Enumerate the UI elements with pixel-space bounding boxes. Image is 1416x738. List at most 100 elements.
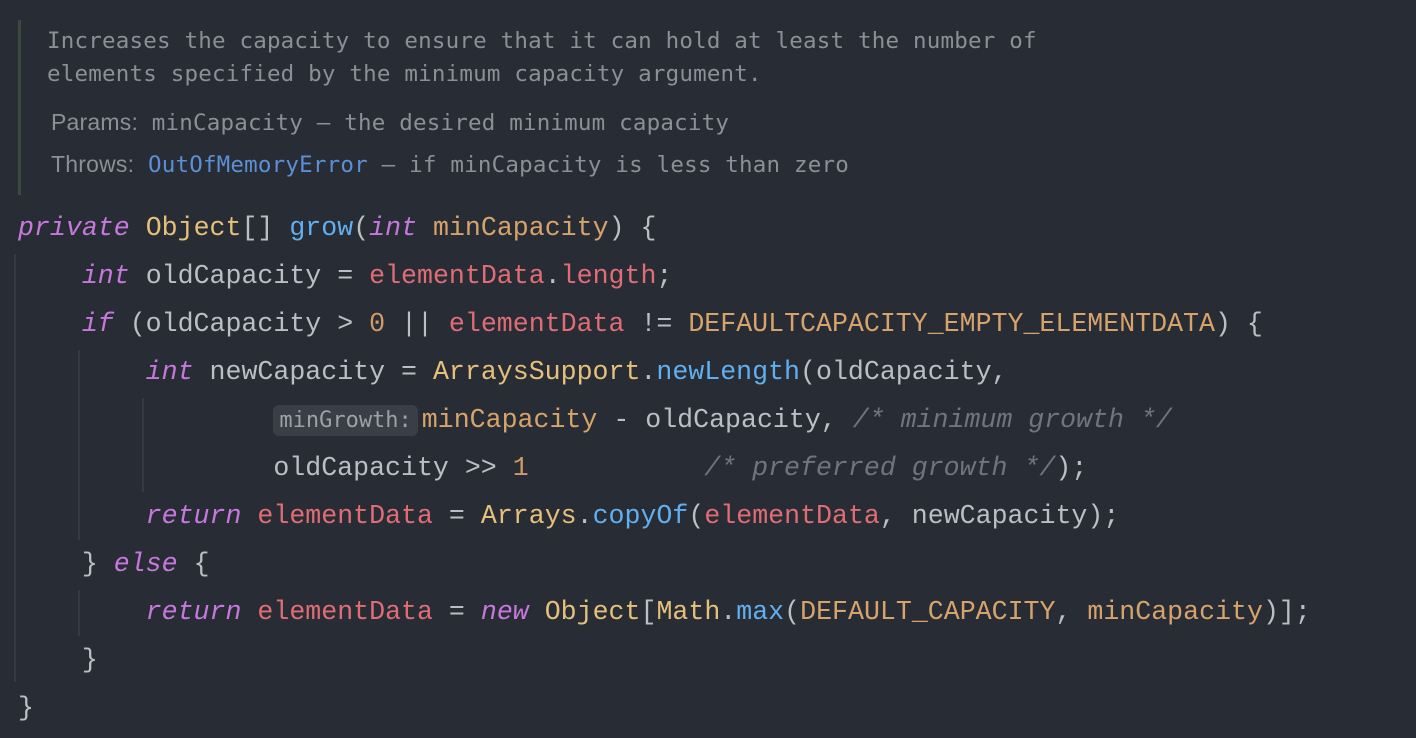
code-line[interactable]: int oldCapacity = elementData.length; xyxy=(18,252,1311,300)
code-token: int xyxy=(369,213,418,243)
code-token: ); xyxy=(1055,453,1088,483)
doc-description-line: Increases the capacity to ensure that it… xyxy=(47,28,1037,54)
code-token: private xyxy=(18,213,130,243)
code-token: } xyxy=(18,645,98,675)
code-token: elementData xyxy=(704,501,880,531)
code-token: = xyxy=(432,501,481,531)
code-token: ) { xyxy=(608,213,657,243)
params-label: Params: xyxy=(51,109,139,135)
code-token: . xyxy=(576,501,593,531)
code-token: elementData xyxy=(448,309,625,339)
code-token: . xyxy=(720,597,737,627)
code-token: return xyxy=(145,597,242,627)
code-token: newLength xyxy=(656,357,801,387)
code-line[interactable]: if (oldCapacity > 0 || elementData != DE… xyxy=(18,300,1311,348)
code-token: copyOf xyxy=(592,501,689,531)
code-token: != xyxy=(624,309,689,339)
code-token: minCapacity xyxy=(1087,597,1263,627)
code-line[interactable]: return elementData = Arrays.copyOf(eleme… xyxy=(18,492,1311,540)
code-token: (oldCapacity > xyxy=(113,309,370,339)
code-token: newCapacity = xyxy=(193,357,433,387)
code-token: ( xyxy=(353,213,370,243)
params-text: minCapacity – the desired minimum capaci… xyxy=(151,110,730,136)
code-token: length xyxy=(560,261,657,291)
code-token: ( xyxy=(784,597,801,627)
code-token: } xyxy=(18,549,114,579)
code-token: /* preferred growth */ xyxy=(704,453,1056,483)
code-token: [ xyxy=(640,597,657,627)
code-token: elementData xyxy=(257,501,433,531)
code-token: DEFAULT_CAPACITY xyxy=(800,597,1056,627)
code-token: oldCapacity = xyxy=(129,261,370,291)
code-token: /* minimum growth */ xyxy=(852,405,1172,435)
code-token: 1 xyxy=(512,453,529,483)
parameter-hint: minGrowth: xyxy=(273,405,418,436)
doc-description-line: elements specified by the minimum capaci… xyxy=(47,61,762,87)
documentation-popup: Increases the capacity to ensure that it… xyxy=(18,20,1401,195)
code-token: else xyxy=(113,549,178,579)
code-token: grow xyxy=(289,213,354,243)
code-token: (oldCapacity, xyxy=(800,357,1008,387)
code-token: , newCapacity); xyxy=(879,501,1120,531)
code-line[interactable]: minGrowth: minCapacity - oldCapacity, /* … xyxy=(18,396,1311,444)
code-editor[interactable]: private Object[] grow(int minCapacity) {… xyxy=(18,204,1311,732)
code-token: ) { xyxy=(1214,309,1263,339)
code-token: . xyxy=(640,357,657,387)
code-token: } xyxy=(18,693,34,723)
code-line[interactable]: } xyxy=(18,684,1311,732)
code-token: [] xyxy=(241,213,290,243)
code-token: . xyxy=(544,261,561,291)
code-token: = xyxy=(432,597,481,627)
code-token: new xyxy=(480,597,529,627)
throws-label: Throws: xyxy=(51,151,135,177)
code-line[interactable]: return elementData = new Object[Math.max… xyxy=(18,588,1311,636)
code-token: { xyxy=(177,549,210,579)
code-token: Object xyxy=(544,597,641,627)
code-token: DEFAULTCAPACITY_EMPTY_ELEMENTDATA xyxy=(688,309,1215,339)
doc-params: Params: minCapacity – the desired minimu… xyxy=(51,109,729,136)
code-token: 0 xyxy=(369,309,386,339)
code-token: ( xyxy=(688,501,705,531)
code-token: )]; xyxy=(1262,597,1311,627)
code-token: - oldCapacity, xyxy=(597,405,853,435)
exception-link[interactable]: OutOfMemoryError xyxy=(148,152,368,178)
code-line[interactable]: } else { xyxy=(18,540,1311,588)
code-token: int xyxy=(145,357,194,387)
code-token: Math xyxy=(656,597,721,627)
code-token: Arrays xyxy=(480,501,577,531)
code-line[interactable]: private Object[] grow(int minCapacity) { xyxy=(18,204,1311,252)
code-token: oldCapacity >> xyxy=(273,453,513,483)
code-token: minCapacity xyxy=(421,405,598,435)
code-token: if xyxy=(81,309,114,339)
code-token: max xyxy=(736,597,785,627)
code-line[interactable]: } xyxy=(18,636,1311,684)
code-token: return xyxy=(145,501,242,531)
indent-guide xyxy=(14,254,16,682)
code-token: elementData xyxy=(257,597,433,627)
code-token: ; xyxy=(656,261,673,291)
throws-text: – if minCapacity is less than zero xyxy=(367,152,850,178)
code-line[interactable]: oldCapacity >> 1 /* preferred growth */)… xyxy=(18,444,1311,492)
code-token: ArraysSupport xyxy=(432,357,641,387)
doc-throws: Throws: OutOfMemoryError – if minCapacit… xyxy=(51,151,849,178)
code-token: elementData xyxy=(369,261,545,291)
code-token: , xyxy=(1055,597,1088,627)
code-token: minCapacity xyxy=(433,213,609,243)
code-token: int xyxy=(81,261,130,291)
code-line[interactable]: int newCapacity = ArraysSupport.newLengt… xyxy=(18,348,1311,396)
code-token: || xyxy=(385,309,449,339)
code-token: Object xyxy=(145,213,242,243)
